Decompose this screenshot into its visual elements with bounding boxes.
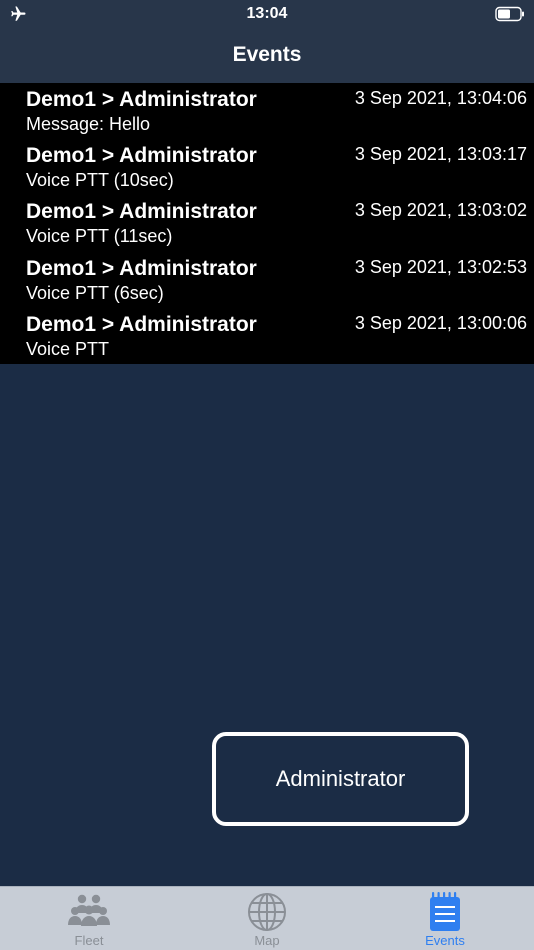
event-detail: Voice PTT (6sec) [26,282,164,303]
tab-label: Fleet [74,933,104,948]
event-row[interactable]: Demo1 > Administrator 3 Sep 2021, 13:02:… [0,252,534,308]
globe-icon [248,893,286,931]
tab-bar: Fleet Map Events [0,886,534,950]
event-time: 3 Sep 2021, 13:00:06 [354,312,527,333]
administrator-button[interactable]: Administrator [212,732,469,826]
event-time: 3 Sep 2021, 13:03:17 [354,144,527,165]
event-row[interactable]: Demo1 > Administrator 3 Sep 2021, 13:03:… [0,139,534,195]
event-time: 3 Sep 2021, 13:02:53 [354,256,527,277]
event-title: Demo1 > Administrator [26,256,257,280]
tab-label: Map [254,933,280,948]
event-title: Demo1 > Administrator [26,88,257,111]
status-bar: 13:04 [0,0,534,28]
event-list: Demo1 > Administrator 3 Sep 2021, 13:04:… [0,83,534,364]
tab-events[interactable]: Events [356,887,534,950]
page-title: Events [232,43,302,66]
event-detail: Voice PTT [26,338,110,359]
nav-bar: Events [0,28,534,83]
battery-icon [495,6,524,22]
tab-label: Events [425,933,465,948]
status-time: 13:04 [246,5,288,22]
event-row[interactable]: Demo1 > Administrator 3 Sep 2021, 13:03:… [0,195,534,251]
event-row[interactable]: Demo1 > Administrator 3 Sep 2021, 13:00:… [0,308,534,364]
event-time: 3 Sep 2021, 13:03:02 [354,200,527,221]
event-row[interactable]: Demo1 > Administrator 3 Sep 2021, 13:04:… [0,83,534,139]
event-time: 3 Sep 2021, 13:04:06 [354,88,527,108]
event-detail: Message: Hello [26,114,151,134]
tab-map[interactable]: Map [178,887,356,950]
tab-fleet[interactable]: Fleet [0,887,178,950]
event-title: Demo1 > Administrator [26,144,257,168]
fleet-icon [68,894,110,926]
events-list-icon [430,892,460,931]
event-title: Demo1 > Administrator [26,312,257,336]
event-detail: Voice PTT (11sec) [26,226,173,247]
event-detail: Voice PTT (10sec) [26,170,174,191]
event-title: Demo1 > Administrator [26,200,257,224]
administrator-label: Administrator [275,766,406,791]
